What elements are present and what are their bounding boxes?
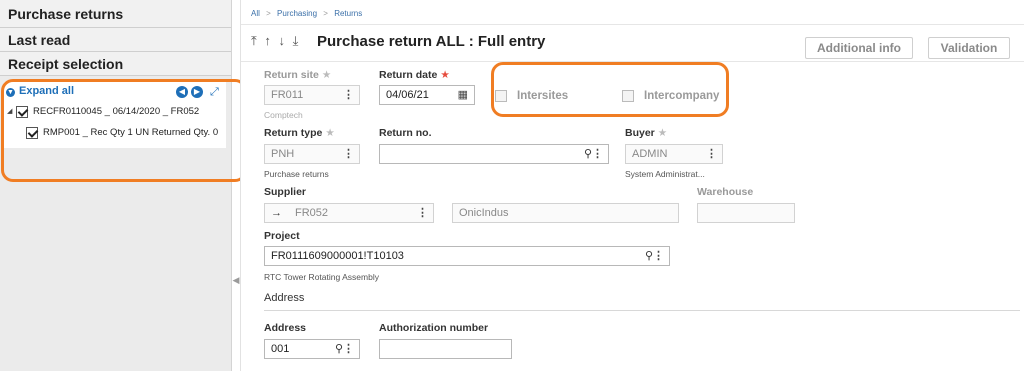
- address-section-title: Address: [264, 292, 305, 304]
- annotation-highlight-tree: [1, 79, 247, 182]
- section-divider: [264, 310, 1020, 311]
- more-options-icon[interactable]: ⋮: [706, 145, 717, 163]
- return-date-field[interactable]: 04/06/21 ▦: [379, 85, 475, 105]
- warehouse-field[interactable]: [697, 203, 795, 223]
- return-type-description: Purchase returns: [264, 169, 329, 179]
- more-options-icon[interactable]: ⋮: [653, 247, 664, 265]
- additional-info-button[interactable]: Additional info: [805, 37, 913, 59]
- more-options-icon[interactable]: ⋮: [592, 145, 603, 163]
- calendar-icon[interactable]: ▦: [458, 86, 468, 104]
- title-bar: ⤒ ↑ ↓ ⤓ Purchase return ALL : Full entry…: [241, 24, 1024, 62]
- search-icon[interactable]: ⚲: [335, 340, 343, 358]
- supplier-label: Supplier: [264, 186, 307, 198]
- buyer-label: Buyer ★: [625, 127, 668, 139]
- search-icon[interactable]: ⚲: [584, 145, 592, 163]
- breadcrumb-purchasing[interactable]: Purchasing: [277, 9, 317, 18]
- return-no-field[interactable]: ⚲ ⋮: [379, 144, 609, 164]
- left-sidebar: Purchase returns Last read Receipt selec…: [0, 0, 247, 371]
- project-label: Project: [264, 230, 300, 242]
- breadcrumb-returns[interactable]: Returns: [334, 9, 362, 18]
- return-site-label: Return site ★: [264, 69, 332, 81]
- more-options-icon[interactable]: ⋮: [417, 204, 428, 222]
- return-site-description: Comptech: [264, 110, 303, 120]
- supplier-name-field: OnicIndus: [452, 203, 679, 223]
- chevron-right-icon: >: [323, 9, 328, 18]
- app-window: Purchase returns Last read Receipt selec…: [0, 0, 1024, 371]
- record-navigation-icons[interactable]: ⤒ ↑ ↓ ⤓: [251, 33, 300, 49]
- return-site-field[interactable]: FR011 ⋮: [264, 85, 360, 105]
- authorization-number-label: Authorization number: [379, 322, 489, 334]
- return-type-field[interactable]: PNH ⋮: [264, 144, 360, 164]
- annotation-highlight-header-fields: [491, 62, 729, 117]
- address-label: Address: [264, 322, 307, 334]
- arrow-right-icon[interactable]: →: [271, 204, 282, 222]
- supplier-field[interactable]: → FR052 ⋮: [264, 203, 434, 223]
- validation-button[interactable]: Validation: [928, 37, 1010, 59]
- sidebar-section-receipt-selection[interactable]: Receipt selection: [0, 52, 231, 76]
- buyer-description: System Administrat...: [625, 169, 705, 179]
- project-field[interactable]: FR0111609000001!T10103 ⚲ ⋮: [264, 246, 670, 266]
- search-icon[interactable]: ⚲: [645, 247, 653, 265]
- breadcrumb-all[interactable]: All: [251, 9, 260, 18]
- return-type-label: Return type ★: [264, 127, 335, 139]
- sidebar-section-last-read[interactable]: Last read: [0, 28, 231, 52]
- project-description: RTC Tower Rotating Assembly: [264, 272, 379, 282]
- buyer-field[interactable]: ADMIN ⋮: [625, 144, 723, 164]
- collapse-sidebar-icon[interactable]: ◀: [232, 270, 240, 290]
- breadcrumb: All > Purchasing > Returns: [251, 9, 366, 18]
- chevron-right-icon: >: [266, 9, 271, 18]
- authorization-number-field[interactable]: [379, 339, 512, 359]
- more-options-icon[interactable]: ⋮: [343, 340, 354, 358]
- sidebar-section-purchase-returns[interactable]: Purchase returns: [0, 0, 231, 28]
- main-content: All > Purchasing > Returns ⤒ ↑ ↓ ⤓ Purch…: [240, 0, 1024, 371]
- return-date-label: Return date ★: [379, 69, 450, 81]
- return-no-label: Return no.: [379, 127, 432, 139]
- address-field[interactable]: 001 ⚲ ⋮: [264, 339, 360, 359]
- page-title: Purchase return ALL : Full entry: [317, 33, 546, 50]
- warehouse-label: Warehouse: [697, 186, 754, 198]
- more-options-icon[interactable]: ⋮: [343, 145, 354, 163]
- more-options-icon[interactable]: ⋮: [343, 86, 354, 104]
